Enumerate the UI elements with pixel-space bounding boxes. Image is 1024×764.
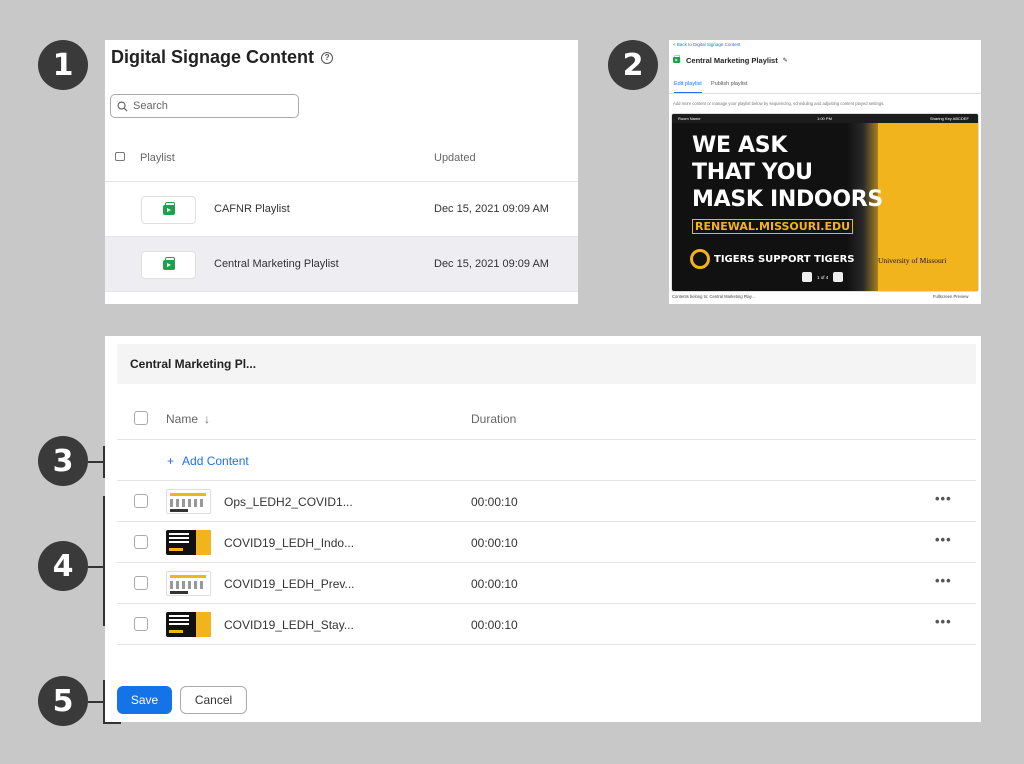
cancel-button[interactable]: Cancel [180,686,247,714]
step-badge-1: 1 [38,40,88,90]
preview-headline: WE ASK THAT YOU MASK INDOORS [692,132,883,213]
search-placeholder: Search [133,100,168,112]
select-all-checkbox[interactable] [134,411,148,425]
preview-slogan: TIGERS SUPPORT TIGERS [690,249,854,269]
content-thumbnail [166,489,211,514]
tiger-heart-icon [690,249,710,269]
preview-yellow-panel [878,123,978,291]
content-duration: 00:00:10 [471,495,518,509]
playlist-row-central-marketing[interactable]: Central Marketing Playlist Dec 15, 2021 … [105,237,578,292]
playlist-icon [115,152,125,161]
bracket-4-connector [88,566,104,568]
room-name: Room Name [678,116,701,121]
page-title: Digital Signage Content ? [111,47,334,68]
more-options-icon[interactable]: ••• [935,491,952,506]
question-circle-icon[interactable]: ? [321,51,334,64]
column-name[interactable]: Name ↓ [166,412,210,426]
headline-line-1: WE ASK [692,133,788,158]
save-button[interactable]: Save [117,686,172,714]
playlist-updated: Dec 15, 2021 09:09 AM [434,258,549,270]
step-badge-2: 2 [608,40,658,90]
more-options-icon[interactable]: ••• [935,573,952,588]
row-checkbox[interactable] [134,617,148,631]
row-checkbox[interactable] [134,494,148,508]
sort-down-arrow-icon: ↓ [204,412,211,426]
page-title-text: Digital Signage Content [111,47,315,67]
content-name[interactable]: COVID19_LEDH_Indo... [224,536,354,550]
add-content-row: + Add Content [117,440,976,481]
headline-line-2: THAT YOU [692,160,813,185]
playlist-thumbnail [141,196,196,224]
playlist-play-icon [673,55,681,63]
signage-preview: Room Name 1:00 PM Sharing Key ABCDEF WE … [671,113,979,292]
preview-status-bar: Room Name 1:00 PM Sharing Key ABCDEF [672,114,978,123]
row-checkbox[interactable] [134,535,148,549]
tab-bar: Edit playlist Publish playlist [669,78,981,94]
playlist-content-panel: Central Marketing Pl... Name ↓ Duration … [105,336,981,722]
content-panel-header: Central Marketing Pl... [117,344,976,384]
sharing-key: Sharing Key ABCDEF [930,116,969,121]
playlist-play-icon [162,202,175,215]
content-thumbnail [166,612,211,637]
playlist-table-header: Playlist Updated [105,140,578,182]
content-duration: 00:00:10 [471,536,518,550]
step-badge-4: 4 [38,541,88,591]
playlist-updated: Dec 15, 2021 09:09 AM [434,203,549,215]
search-icon [117,101,128,112]
contents-belong-to: Contents belong to: Central Marketing Pl… [672,294,756,299]
signage-content-panel: Digital Signage Content ? Search Playlis… [105,40,578,304]
step-badge-5: 5 [38,676,88,726]
content-thumbnail [166,530,211,555]
slogan-text: TIGERS SUPPORT TIGERS [714,253,855,265]
column-playlist[interactable]: Playlist [140,152,175,164]
preview-pager: 1 of 4 [802,272,844,282]
fullscreen-preview-link[interactable]: Fullscreen Preview [933,294,968,299]
tab-publish-playlist[interactable]: Publish playlist [711,81,747,87]
back-link[interactable]: < Back to Digital Signage Content [673,42,740,47]
content-name[interactable]: COVID19_LEDH_Prev... [224,577,355,591]
content-thumbnail [166,571,211,596]
playlist-title: Central Marketing Playlist ✎ [673,55,788,65]
column-duration[interactable]: Duration [471,412,516,426]
search-input[interactable]: Search [110,94,299,118]
next-page-button[interactable] [833,272,844,282]
plus-icon: + [167,454,175,468]
playlist-name[interactable]: Central Marketing Playlist [214,258,339,270]
column-updated[interactable]: Updated [434,152,476,164]
add-content-button[interactable]: + Add Content [167,454,249,468]
content-table-header: Name ↓ Duration [117,400,976,440]
content-row[interactable]: COVID19_LEDH_Indo... 00:00:10 ••• [117,522,976,563]
more-options-icon[interactable]: ••• [935,532,952,547]
headline-line-3: MASK INDOORS [692,187,883,212]
bracket-5-connector [88,701,104,703]
content-name[interactable]: Ops_LEDH2_COVID1... [224,495,353,509]
playlist-editor-panel: < Back to Digital Signage Content Centra… [669,40,981,304]
row-checkbox[interactable] [134,576,148,590]
content-duration: 00:00:10 [471,577,518,591]
prev-page-button[interactable] [802,272,812,282]
add-content-label: Add Content [182,454,249,468]
content-name[interactable]: COVID19_LEDH_Stay... [224,618,354,632]
university-logo: University of Missouri [878,256,947,265]
bracket-3-connector [88,461,104,463]
page-indicator: 1 of 4 [817,274,829,280]
tab-edit-playlist[interactable]: Edit playlist [674,81,702,93]
playlist-thumbnail [141,251,196,279]
playlist-name[interactable]: CAFNR Playlist [214,203,290,215]
playlist-row-cafnr[interactable]: CAFNR Playlist Dec 15, 2021 09:09 AM [105,182,578,237]
content-row[interactable]: COVID19_LEDH_Prev... 00:00:10 ••• [117,563,976,604]
content-duration: 00:00:10 [471,618,518,632]
preview-url: RENEWAL.MISSOURI.EDU [692,219,854,234]
playlist-title-text: Central Marketing Playlist [686,55,778,65]
edit-pencil-icon[interactable]: ✎ [783,57,788,64]
content-row[interactable]: COVID19_LEDH_Stay... 00:00:10 ••• [117,604,976,645]
preview-time: 1:00 PM [817,116,832,121]
step-badge-3: 3 [38,436,88,486]
content-row[interactable]: Ops_LEDH2_COVID1... 00:00:10 ••• [117,481,976,522]
playlist-description: Add more content or manage your playlist… [673,101,885,106]
playlist-play-icon [162,257,175,270]
column-name-label: Name [166,412,199,426]
more-options-icon[interactable]: ••• [935,614,952,629]
